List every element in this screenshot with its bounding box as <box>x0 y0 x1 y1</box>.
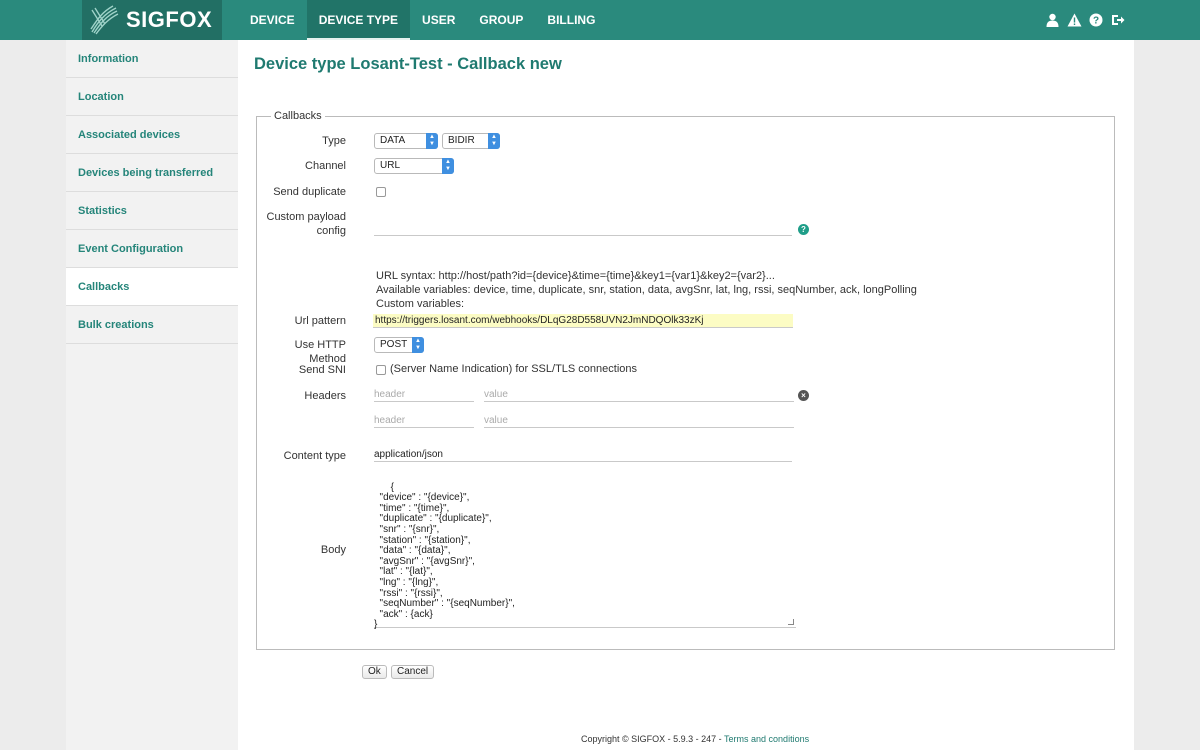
svg-text:?: ? <box>1093 16 1099 27</box>
content-type-label: Content type <box>283 450 346 462</box>
url-pattern-label: Url pattern <box>294 315 346 327</box>
nav-group[interactable]: GROUP <box>467 0 535 40</box>
send-sni-checkbox[interactable] <box>376 365 386 375</box>
sidebar-item-bulk-creations[interactable]: Bulk creations <box>66 306 238 344</box>
sigfox-logo-mark-icon <box>90 5 119 35</box>
help-icon[interactable]: ? <box>798 224 809 235</box>
callbacks-fieldset: Callbacks Type DATA ▲ ▼ BIDIR ▲ ▼ Channel … <box>256 110 1115 650</box>
sidebar-item-associated-devices[interactable]: Associated devices <box>66 116 238 154</box>
url-syntax-help: URL syntax: http://host/path?id={device}… <box>376 269 917 311</box>
user-icon[interactable] <box>1044 12 1060 28</box>
nav-device[interactable]: DEVICE <box>238 0 307 40</box>
help-icon[interactable]: ? <box>1088 12 1104 28</box>
send-sni-label: Send SNI <box>298 364 346 376</box>
header-value-input[interactable]: value <box>484 388 794 402</box>
custom-payload-label: Custom payload config <box>267 210 347 238</box>
warning-icon[interactable] <box>1066 12 1082 28</box>
logout-icon[interactable] <box>1110 12 1126 28</box>
terms-link[interactable]: Terms and conditions <box>724 734 809 744</box>
sidebar-item-statistics[interactable]: Statistics <box>66 192 238 230</box>
type-select-value: DATA <box>380 135 406 146</box>
headers-label: Headers <box>304 390 346 402</box>
content-type-input[interactable]: application/json <box>374 448 792 462</box>
sidebar-item-location[interactable]: Location <box>66 78 238 116</box>
top-navbar: SIGFOX DEVICE DEVICE TYPE USER GROUP BIL… <box>0 0 1200 40</box>
sidebar-item-information[interactable]: Information <box>66 40 238 78</box>
http-method-select[interactable]: POST ▲ ▼ <box>374 337 424 353</box>
select-arrows-icon: ▲ ▼ <box>488 133 500 149</box>
remove-header-icon[interactable]: × <box>798 390 809 401</box>
custom-variables-text: Custom variables: <box>376 298 465 310</box>
send-duplicate-label: Send duplicate <box>273 186 346 198</box>
sidebar-item-devices-being-transferred[interactable]: Devices being transferred <box>66 154 238 192</box>
send-duplicate-checkbox[interactable] <box>376 187 386 197</box>
http-method-label: Use HTTP Method <box>294 339 346 365</box>
url-pattern-input[interactable]: https://triggers.losant.com/webhooks/DLq… <box>373 314 793 328</box>
sigfox-logo-text: SIGFOX <box>126 7 213 32</box>
body-textarea-value: { "device" : "{device}", "time" : "{time… <box>374 481 515 631</box>
channel-select[interactable]: URL ▲ ▼ <box>374 158 454 174</box>
direction-select-value: BIDIR <box>448 135 475 146</box>
send-sni-text: (Server Name Indication) for SSL/TLS con… <box>390 363 638 375</box>
main-content: Device type Losant-Test - Callback new C… <box>238 40 1134 750</box>
http-method-select-value: POST <box>380 339 408 350</box>
available-variables-text: Available variables: device, time, dupli… <box>376 284 917 296</box>
sigfox-logo[interactable]: SIGFOX <box>82 0 222 40</box>
top-icons: ? <box>1044 12 1126 28</box>
custom-payload-input[interactable] <box>374 222 792 236</box>
sidebar-item-event-configuration[interactable]: Event Configuration <box>66 230 238 268</box>
header-name-input[interactable]: header <box>374 388 474 402</box>
sidebar-item-callbacks[interactable]: Callbacks <box>66 268 238 306</box>
select-arrows-icon: ▲ ▼ <box>426 133 438 149</box>
body-label: Body <box>320 544 346 556</box>
custom-payload-label-line2: config <box>316 225 346 237</box>
resize-handle-icon[interactable] <box>788 619 794 625</box>
sidebar: Information Location Associated devices … <box>66 40 238 750</box>
footer-copyright: Copyright © SIGFOX - 5.9.3 - 247 - <box>581 734 725 744</box>
nav-device-type[interactable]: DEVICE TYPE <box>306 0 411 40</box>
body-textarea[interactable]: { "device" : "{device}", "time" : "{time… <box>374 472 796 631</box>
callbacks-legend: Callbacks <box>274 110 322 122</box>
custom-payload-label-line1: Custom payload <box>266 211 347 223</box>
url-syntax-text: URL syntax: http://host/path?id={device}… <box>376 270 775 282</box>
nav-billing[interactable]: BILLING <box>535 0 607 40</box>
select-arrows-icon: ▲ ▼ <box>412 337 424 353</box>
page-title: Device type Losant-Test - Callback new <box>254 55 562 73</box>
header-value-input-2[interactable]: value <box>484 414 794 428</box>
nav-user[interactable]: USER <box>410 0 467 40</box>
type-select[interactable]: DATA ▲ ▼ <box>374 133 438 149</box>
channel-select-value: URL <box>380 160 401 171</box>
footer: Copyright © SIGFOX - 5.9.3 - 247 - Terms… <box>581 734 809 744</box>
main-nav: DEVICE DEVICE TYPE USER GROUP BILLING <box>238 0 607 40</box>
ok-button[interactable]: Ok <box>362 665 387 679</box>
direction-select[interactable]: BIDIR ▲ ▼ <box>442 133 500 149</box>
select-arrows-icon: ▲ ▼ <box>442 158 454 174</box>
cancel-button[interactable]: Cancel <box>391 665 435 679</box>
channel-label: Channel <box>305 160 346 172</box>
type-label: Type <box>322 135 346 147</box>
header-name-input-2[interactable]: header <box>374 414 474 428</box>
